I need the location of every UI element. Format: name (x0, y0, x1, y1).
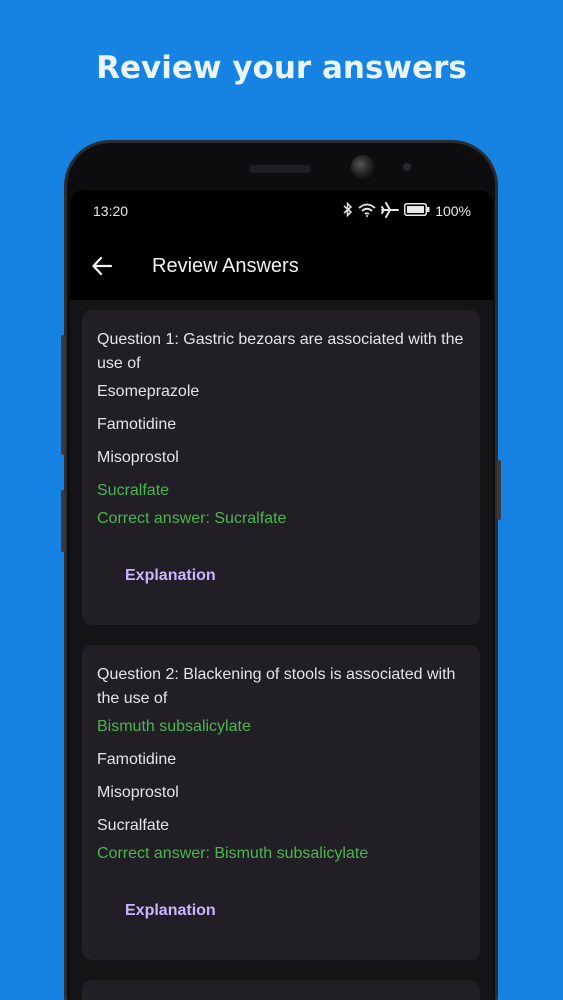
back-arrow-icon[interactable] (88, 252, 116, 280)
correct-answer-text: Correct answer: Bismuth subsalicylate (97, 845, 369, 862)
answer-option: Esomeprazole (97, 383, 200, 400)
sensor-icon (403, 163, 411, 171)
answer-option-correct: Bismuth subsalicylate (97, 718, 251, 735)
explanation-button[interactable]: Explanation (125, 567, 216, 585)
status-bar: 13:20 100% (70, 190, 493, 232)
battery-icon (404, 203, 430, 219)
answer-option-correct: Sucralfate (97, 482, 170, 499)
phone-power-button (497, 460, 501, 520)
phone-speaker (249, 165, 311, 173)
explanation-button[interactable]: Explanation (125, 902, 216, 920)
question-card (82, 980, 480, 1000)
question-text: Question 1: Gastric bezoars are associat… (97, 331, 464, 372)
status-icons: 100% (343, 201, 471, 221)
wifi-icon (358, 203, 376, 220)
phone-side-button (61, 490, 65, 552)
question-card: Question 1: Gastric bezoars are associat… (82, 310, 480, 625)
phone-side-button (61, 335, 65, 455)
page-title: Review Answers (152, 254, 299, 277)
camera-icon (351, 155, 375, 179)
answer-option: Sucralfate (97, 817, 170, 834)
answer-option: Misoprostol (97, 449, 179, 466)
promo-headline: Review your answers (96, 50, 467, 86)
bluetooth-icon (343, 201, 353, 220)
review-list[interactable]: Question 1: Gastric bezoars are associat… (70, 300, 493, 1000)
question-card: Question 2: Blackening of stools is asso… (82, 645, 480, 960)
airplane-icon (381, 201, 400, 221)
app-bar: Review Answers (70, 232, 493, 300)
answer-option: Famotidine (97, 416, 177, 433)
answer-option: Misoprostol (97, 784, 179, 801)
battery-level: 100% (435, 203, 471, 219)
answer-option: Famotidine (97, 751, 177, 768)
phone-screen: 13:20 100% Review Answers Question 1: Ga… (70, 190, 493, 1000)
status-time: 13:20 (93, 203, 129, 219)
correct-answer-text: Correct answer: Sucralfate (97, 510, 287, 527)
question-text: Question 2: Blackening of stools is asso… (97, 666, 456, 707)
